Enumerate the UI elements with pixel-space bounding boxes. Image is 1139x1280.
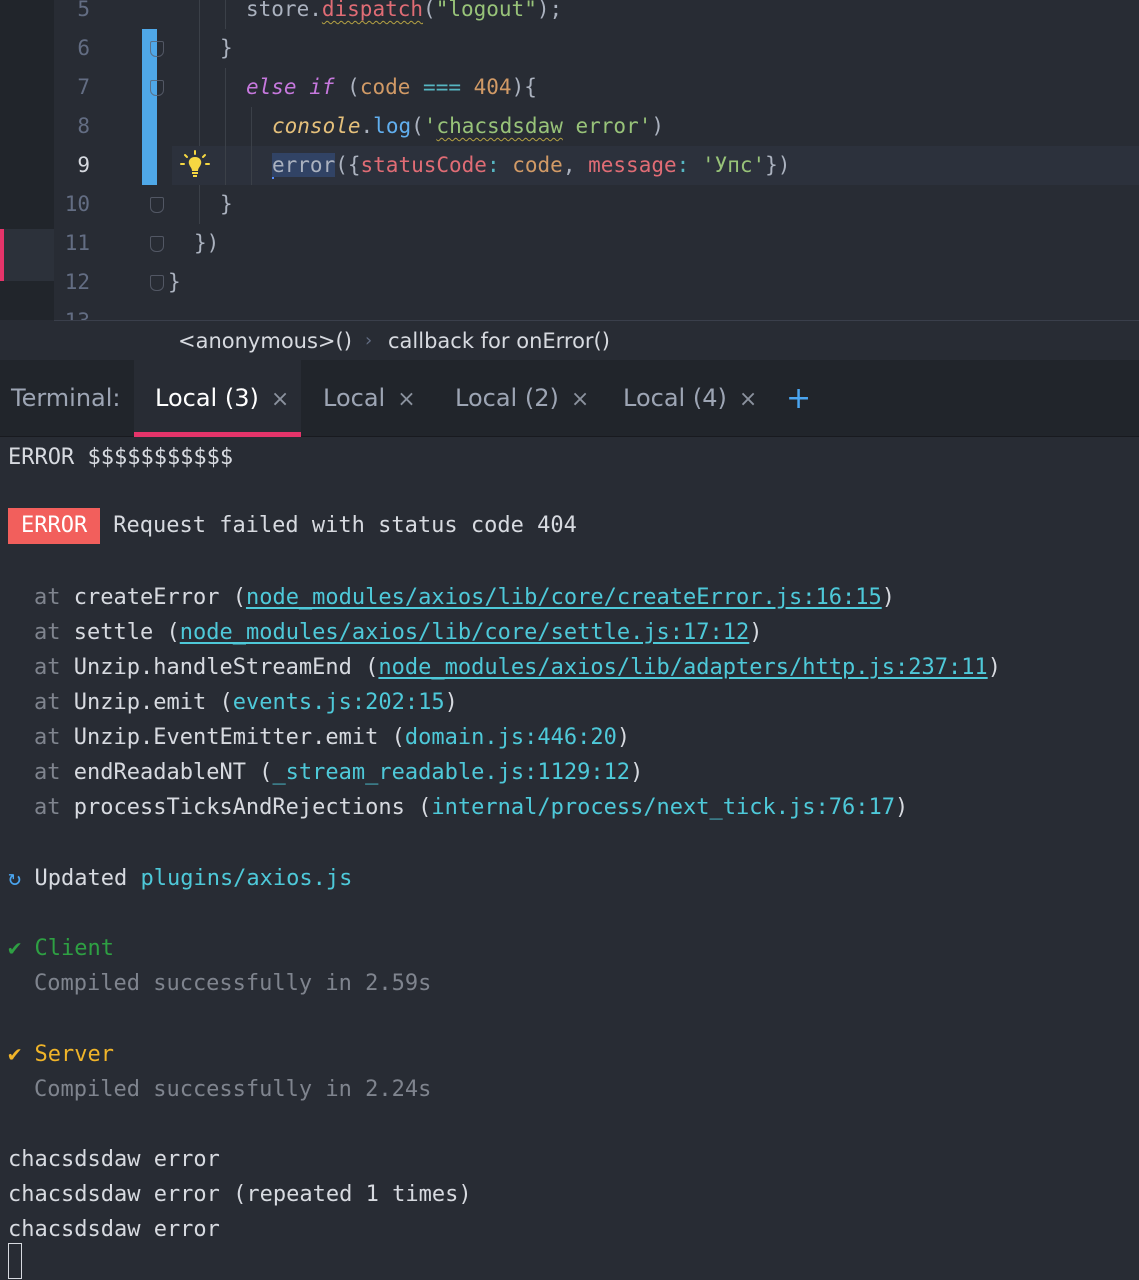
breadcrumb-separator-icon: ›: [365, 330, 373, 351]
code-line: 7 else if (code === 404){: [0, 68, 1139, 107]
error-badge: ERROR: [8, 508, 101, 544]
close-icon[interactable]: ×: [397, 387, 415, 412]
stack-frame: at settle (node_modules/axios/lib/core/s…: [34, 620, 763, 645]
add-terminal-icon[interactable]: +: [786, 360, 811, 437]
terminal-label: Terminal:: [11, 384, 121, 412]
indent-guide: [251, 107, 252, 146]
server-status-line: ✔ Server: [8, 1042, 114, 1067]
stack-frame: at Unzip.emit (events.js:202:15): [34, 690, 458, 715]
lightbulb-icon[interactable]: [180, 150, 210, 180]
line-number: 12: [64, 270, 90, 294]
fold-icon[interactable]: [150, 275, 164, 291]
indent-guide: [199, 185, 200, 224]
indent-guide: [225, 68, 226, 107]
stack-frame: at Unzip.handleStreamEnd (node_modules/a…: [34, 655, 1001, 680]
error-line: ERROR Request failed with status code 404: [8, 508, 577, 544]
code-line: 5 store.dispatch("logout");: [0, 0, 1139, 29]
fold-icon[interactable]: [150, 197, 164, 213]
close-icon[interactable]: ×: [271, 387, 289, 412]
indent-guide: [199, 68, 200, 107]
code-line: 13: [0, 302, 1139, 320]
check-icon: ✔: [8, 936, 22, 961]
stack-location: events.js:202:15: [232, 690, 445, 715]
indent-guide: [225, 0, 226, 29]
stack-link[interactable]: node_modules/axios/lib/core/createError.…: [246, 585, 882, 610]
log-line: chacsdsdaw error (repeated 1 times): [8, 1182, 472, 1207]
check-icon: ✔: [8, 1042, 22, 1067]
terminal-output[interactable]: ERROR $$$$$$$$$$$ ERROR Request failed wi…: [0, 437, 1139, 1280]
indent-guide: [225, 107, 226, 146]
log-line: chacsdsdaw error: [8, 1217, 220, 1242]
stack-frame: at createError (node_modules/axios/lib/c…: [34, 585, 895, 610]
stack-frame: at endReadableNT (_stream_readable.js:11…: [34, 760, 644, 785]
close-icon[interactable]: ×: [739, 387, 757, 412]
indent-guide: [199, 0, 200, 29]
code-line: 11 }): [0, 224, 1139, 263]
tab-local-4[interactable]: Local (4) ×: [623, 360, 757, 437]
tab-label: Local (2): [455, 384, 559, 412]
server-compile-status: Compiled successfully in 2.24s: [34, 1077, 432, 1102]
output-line: ERROR $$$$$$$$$$$: [8, 445, 234, 470]
tab-label: Local (3): [155, 384, 259, 412]
stack-location: domain.js:446:20: [404, 725, 617, 750]
terminal-cursor: [8, 1243, 22, 1279]
updated-line: ↻ Updated plugins/axios.js: [8, 866, 353, 891]
line-number: 11: [64, 231, 90, 255]
breadcrumb-item[interactable]: <anonymous>(): [178, 321, 352, 361]
tab-local-3[interactable]: Local (3) ×: [134, 360, 301, 437]
line-number: 13: [54, 302, 90, 320]
refresh-icon: ↻: [8, 866, 22, 891]
breadcrumb-item[interactable]: callback for onError(): [388, 321, 610, 361]
indent-guide: [199, 107, 200, 146]
indent-guide: [251, 146, 252, 185]
code-line: 12 }: [0, 263, 1139, 302]
tab-label: Local (4): [623, 384, 727, 412]
stack-frame: at processTicksAndRejections (internal/p…: [34, 795, 909, 820]
fold-icon[interactable]: [150, 236, 164, 252]
code-line: 10 }: [0, 185, 1139, 224]
client-status-line: ✔ Client: [8, 936, 114, 961]
log-line: chacsdsdaw error: [8, 1147, 220, 1172]
line-number: 8: [77, 114, 90, 138]
breadcrumb: <anonymous>() › callback for onError(): [54, 320, 1139, 360]
client-compile-status: Compiled successfully in 2.59s: [34, 971, 432, 996]
line-number: 7: [77, 75, 90, 99]
error-message: Request failed with status code 404: [113, 513, 577, 538]
stack-location: _stream_readable.js:1129:12: [272, 760, 631, 785]
line-number: 6: [77, 36, 90, 60]
stack-link[interactable]: node_modules/axios/lib/core/settle.js:17…: [180, 620, 750, 645]
indent-guide: [225, 146, 226, 185]
line-number: 10: [64, 192, 90, 216]
line-number: 9: [77, 153, 90, 177]
tab-local[interactable]: Local ×: [323, 360, 416, 437]
code-line: 8 console.log('chacsdsdaw error'): [0, 107, 1139, 146]
diff-change-marker[interactable]: [142, 146, 157, 185]
stack-location: internal/process/next_tick.js:76:17: [431, 795, 895, 820]
terminal-tab-bar: Terminal: Local (3) × Local × Local (2) × L…: [0, 360, 1139, 437]
code-line: 6 }: [0, 29, 1139, 68]
tab-label: Local: [323, 384, 386, 412]
stack-frame: at Unzip.EventEmitter.emit (domain.js:44…: [34, 725, 631, 750]
close-icon[interactable]: ×: [571, 387, 589, 412]
fold-icon[interactable]: [150, 41, 164, 57]
stack-link[interactable]: node_modules/axios/lib/adapters/http.js:…: [378, 655, 987, 680]
indent-guide: [199, 29, 200, 68]
fold-icon[interactable]: [150, 80, 164, 96]
tab-local-2[interactable]: Local (2) ×: [455, 360, 589, 437]
code-editor[interactable]: 5 store.dispatch("logout"); 6 } 7 else i…: [0, 0, 1139, 320]
line-number: 5: [77, 0, 90, 21]
diff-change-marker[interactable]: [142, 107, 157, 146]
code-line-current: 9 error({statusCode: code, message: 'Упс…: [0, 146, 1139, 185]
